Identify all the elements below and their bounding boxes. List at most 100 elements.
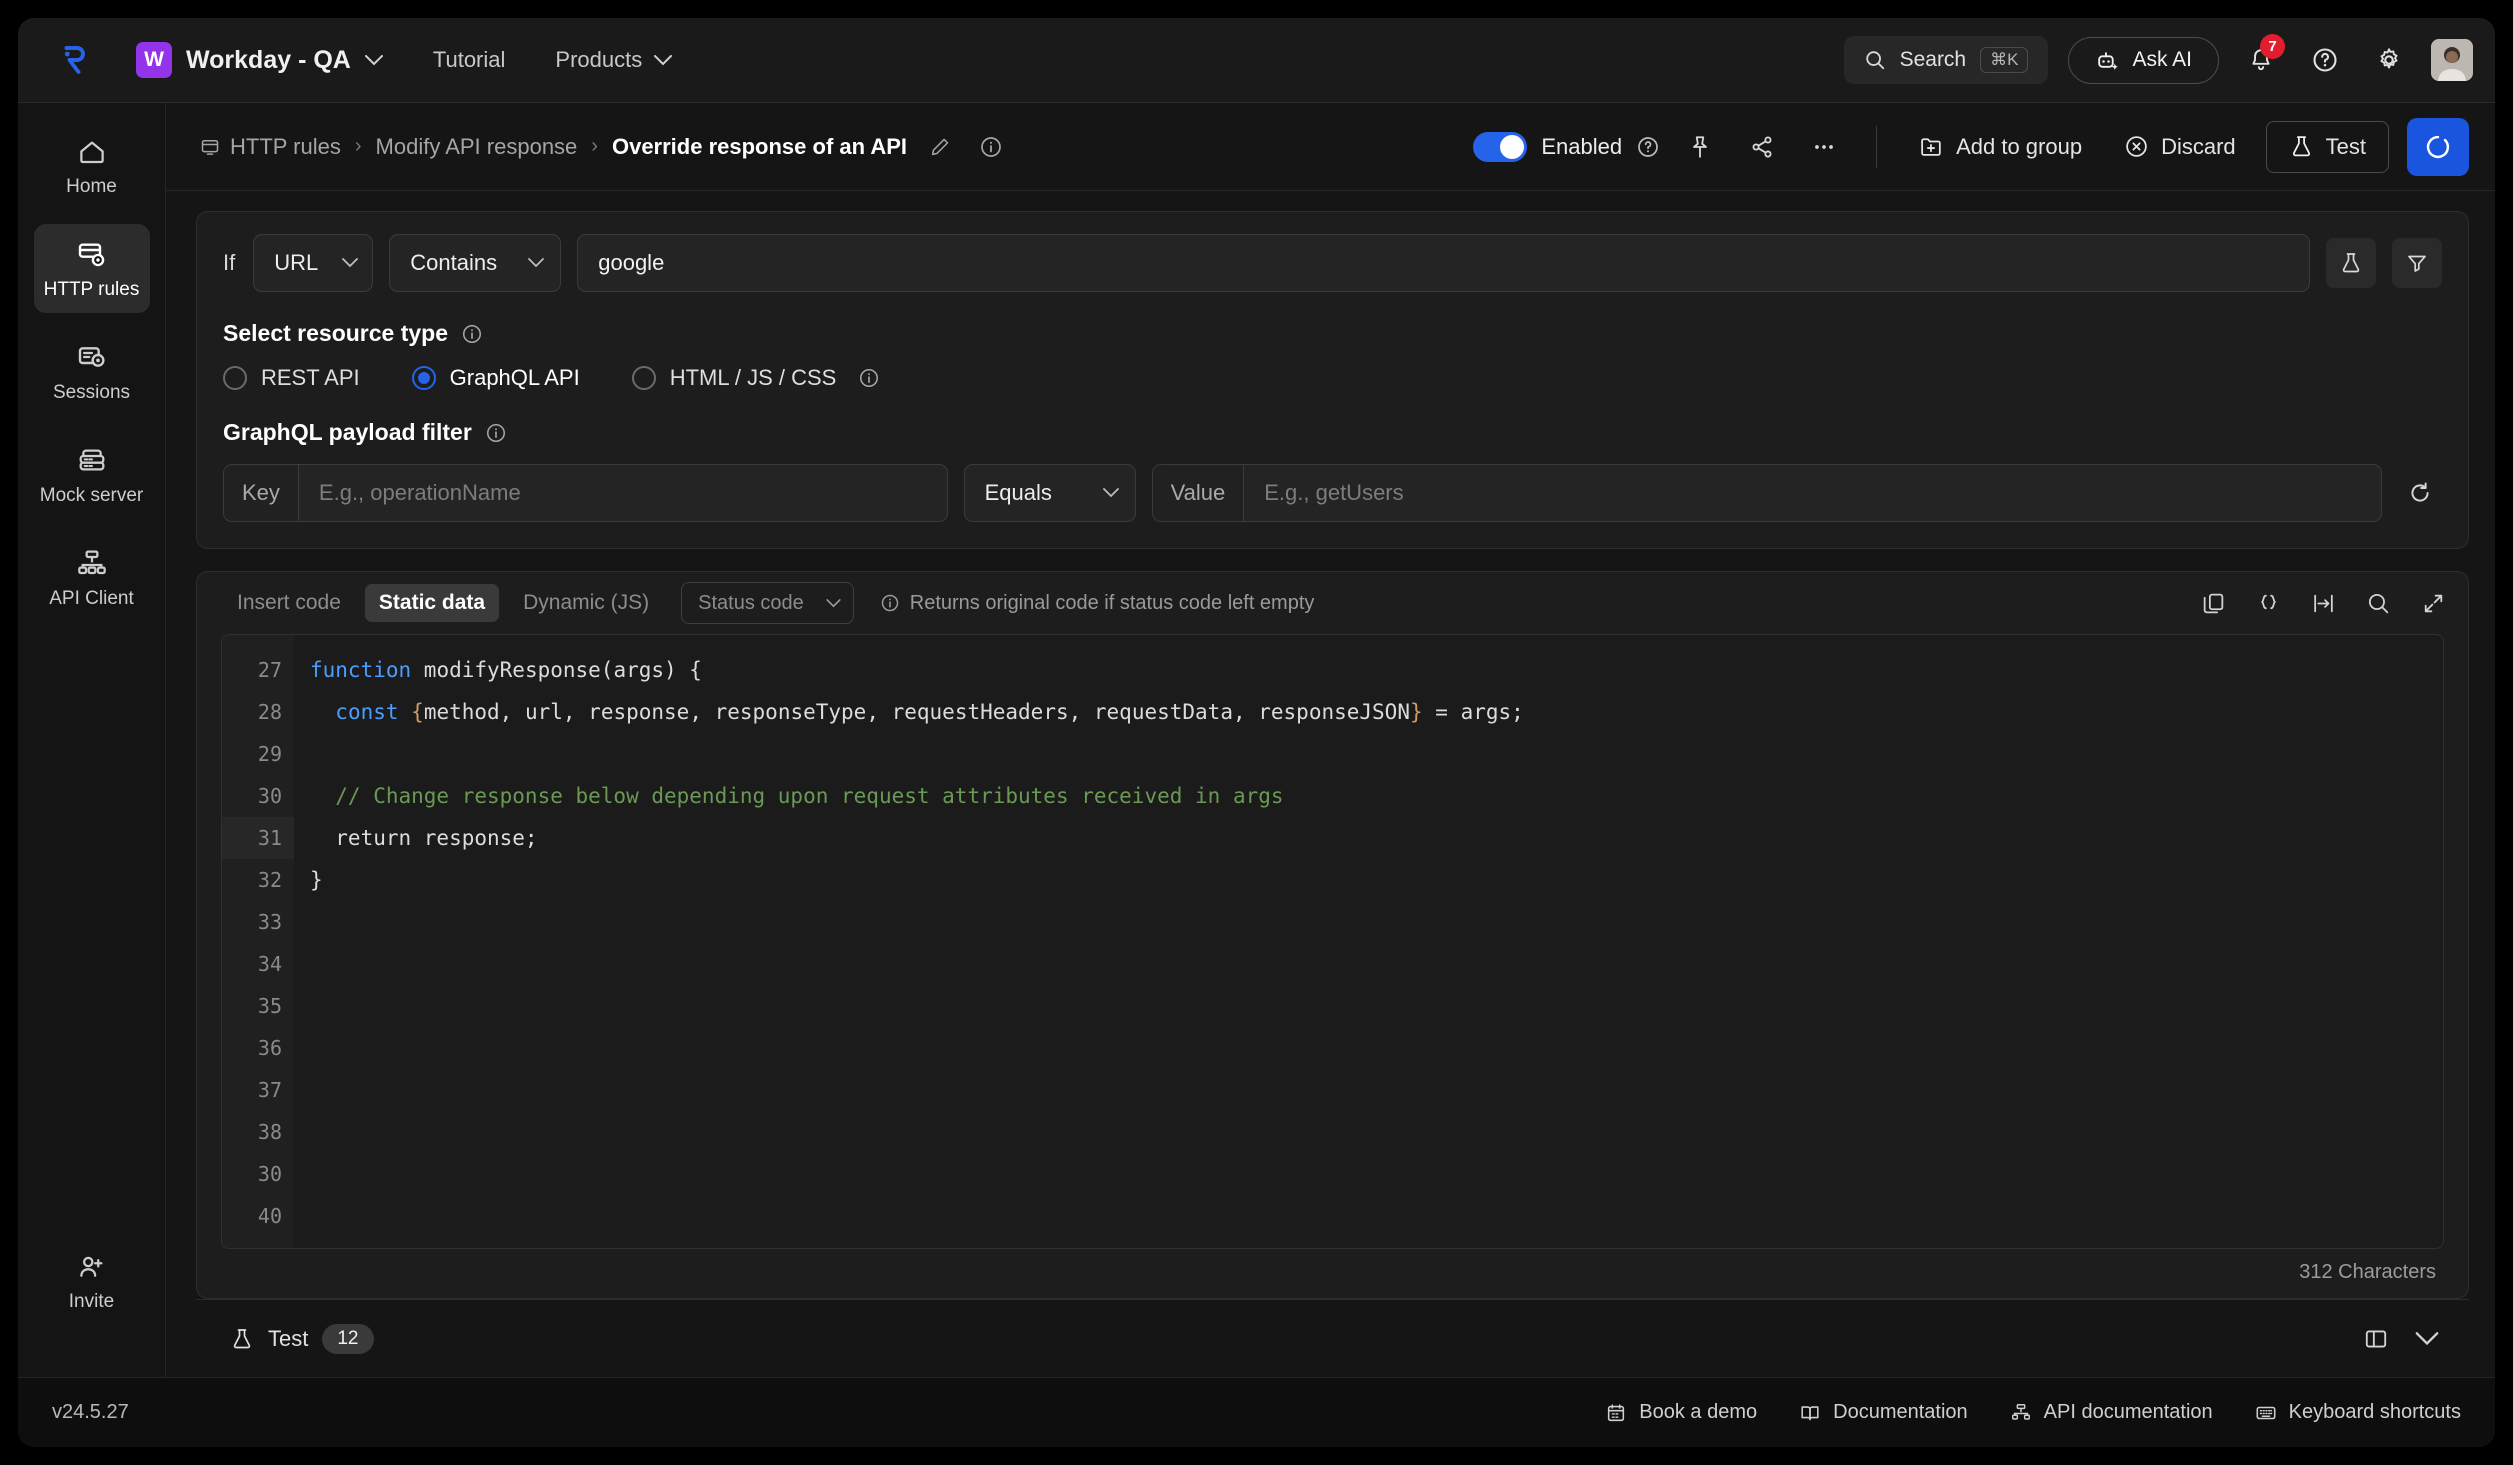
status-code-value: Status code <box>698 591 804 614</box>
folder-add-icon <box>1919 134 1944 159</box>
line-number: 41 <box>222 1237 294 1248</box>
code-area[interactable]: 27 28 29 30 31 32 33 34 35 36 37 38 30 40 41 function … <box>221 634 2444 1249</box>
format-code-icon[interactable] <box>2256 591 2281 616</box>
code-lines[interactable]: function modifyResponse(args) { const {m… <box>294 635 2443 1248</box>
code-line[interactable] <box>310 1111 2443 1153</box>
keyboard-shortcuts-label: Keyboard shortcuts <box>2288 1401 2461 1423</box>
expand-icon[interactable] <box>2421 591 2446 616</box>
ask-ai-button[interactable]: Ask AI <box>2068 36 2219 84</box>
more-options-button[interactable] <box>1802 125 1846 169</box>
code-line[interactable] <box>310 1027 2443 1069</box>
breadcrumb-item-http-rules[interactable]: HTTP rules <box>200 134 341 160</box>
test-url-button[interactable] <box>2326 238 2376 288</box>
info-circle-icon[interactable] <box>485 422 507 444</box>
sidebar-item-mock-server[interactable]: Mock server <box>34 430 150 519</box>
tab-static-data[interactable]: Static data <box>364 584 500 622</box>
payload-operator-select[interactable]: Equals <box>963 464 1136 522</box>
code-line[interactable] <box>310 943 2443 985</box>
enabled-toggle-group: Enabled <box>1473 131 1660 162</box>
api-documentation-link[interactable]: API documentation <box>2010 1401 2213 1424</box>
payload-value-input[interactable]: E.g., getUsers <box>1244 465 2381 521</box>
pencil-icon[interactable] <box>929 136 951 158</box>
line-number: 35 <box>257 994 282 1018</box>
sidebar-item-invite[interactable]: Invite <box>34 1238 150 1325</box>
radio-rest-api[interactable]: REST API <box>223 365 360 391</box>
resource-type-title: Select resource type <box>223 320 449 346</box>
sessions-icon <box>76 341 108 373</box>
sidebar-item-home[interactable]: Home <box>34 123 150 210</box>
line-number: 40 <box>257 1204 282 1228</box>
code-line[interactable] <box>310 1069 2443 1111</box>
radio-html-js-css-label: HTML / JS / CSS <box>669 365 837 390</box>
chevron-down-icon[interactable] <box>2415 1331 2439 1346</box>
payload-key-field[interactable]: Key E.g., operationName <box>223 464 948 522</box>
info-circle-icon[interactable] <box>979 135 1003 159</box>
radio-rest-api-label: REST API <box>261 365 360 390</box>
share-button[interactable] <box>1740 125 1784 169</box>
status-code-select[interactable]: Status code <box>681 582 854 624</box>
sidebar-item-sessions[interactable]: Sessions <box>34 327 150 416</box>
settings-button[interactable] <box>2367 38 2411 82</box>
word-wrap-icon[interactable] <box>2311 591 2336 616</box>
radio-indicator <box>411 366 436 390</box>
payload-filter-reset-button[interactable] <box>2398 471 2442 515</box>
tab-dynamic-js[interactable]: Dynamic (JS) <box>509 584 663 622</box>
status-code-hint: Returns original code if status code lef… <box>880 592 1314 615</box>
rule-editor-content: If URL Contains google Select resource t… <box>166 191 2495 1377</box>
book-a-demo-link[interactable]: Book a demo <box>1605 1401 1757 1424</box>
character-count: 312 Characters <box>2299 1261 2436 1283</box>
documentation-link[interactable]: Documentation <box>1799 1401 1968 1424</box>
avatar[interactable] <box>2431 39 2473 81</box>
requestly-logo-icon[interactable] <box>54 40 94 80</box>
sidebar-item-http-rules[interactable]: HTTP rules <box>33 224 150 313</box>
code-line[interactable]: return response; <box>310 817 2443 859</box>
code-line[interactable] <box>310 1153 2443 1195</box>
help-button[interactable] <box>2303 38 2347 82</box>
payload-filter-title-row: GraphQL payload filter <box>223 419 2442 446</box>
copy-icon[interactable] <box>2201 591 2226 616</box>
sidebar-item-api-client[interactable]: API Client <box>34 533 150 622</box>
add-to-group-button[interactable]: Add to group <box>1907 126 2094 168</box>
radio-graphql-api[interactable]: GraphQL API <box>411 365 580 391</box>
code-line[interactable] <box>310 901 2443 943</box>
code-line[interactable] <box>310 1237 2443 1248</box>
save-rule-button[interactable] <box>2407 117 2469 176</box>
code-line[interactable] <box>310 1195 2443 1237</box>
code-line[interactable]: const {method, url, response, responseTy… <box>310 691 2443 733</box>
condition-value-input[interactable]: google <box>577 234 2310 292</box>
code-line[interactable]: } <box>310 859 2443 901</box>
info-circle-icon[interactable] <box>461 323 483 345</box>
chevron-down-icon <box>342 258 359 268</box>
info-circle-icon[interactable] <box>858 367 880 389</box>
help-circle-icon[interactable] <box>1636 135 1660 159</box>
page-title: Override response of an API <box>611 133 908 159</box>
search-button[interactable]: Search ⌘K <box>1843 36 2049 84</box>
test-results-toggle[interactable]: Test 12 <box>230 1323 374 1354</box>
operator-select[interactable]: Contains <box>389 234 562 292</box>
notification-count-badge: 7 <box>2260 34 2285 59</box>
http-rules-icon <box>76 238 108 270</box>
pin-button[interactable] <box>1678 125 1722 169</box>
enabled-toggle[interactable] <box>1473 131 1528 162</box>
radio-html-js-css[interactable]: HTML / JS / CSS <box>631 365 881 391</box>
workspace-selector[interactable]: W Workday - QA <box>136 42 383 78</box>
nav-item-products[interactable]: Products <box>555 47 673 73</box>
nav-item-tutorial[interactable]: Tutorial <box>433 47 506 73</box>
test-rule-button[interactable]: Test <box>2265 120 2389 173</box>
code-line[interactable]: function modifyResponse(args) { <box>310 649 2443 691</box>
payload-value-field[interactable]: Value E.g., getUsers <box>1151 464 2382 522</box>
api-doc-icon <box>2010 1402 2032 1424</box>
search-icon[interactable] <box>2366 591 2391 616</box>
notifications-button[interactable]: 7 <box>2239 34 2285 82</box>
code-line[interactable]: // Change response below depending upon … <box>310 775 2443 817</box>
code-line[interactable] <box>310 733 2443 775</box>
keyboard-shortcuts-link[interactable]: Keyboard shortcuts <box>2255 1401 2461 1424</box>
payload-key-input[interactable]: E.g., operationName <box>299 465 947 521</box>
code-line[interactable] <box>310 985 2443 1027</box>
split-panel-icon[interactable] <box>2363 1326 2389 1352</box>
source-key-select[interactable]: URL <box>253 234 374 292</box>
resource-type-radio-group: REST API GraphQL API HTML / JS / CSS <box>223 365 2442 391</box>
breadcrumb-item-modify-api-response[interactable]: Modify API response <box>376 134 578 160</box>
filter-button[interactable] <box>2392 238 2442 288</box>
discard-button[interactable]: Discard <box>2112 126 2248 168</box>
